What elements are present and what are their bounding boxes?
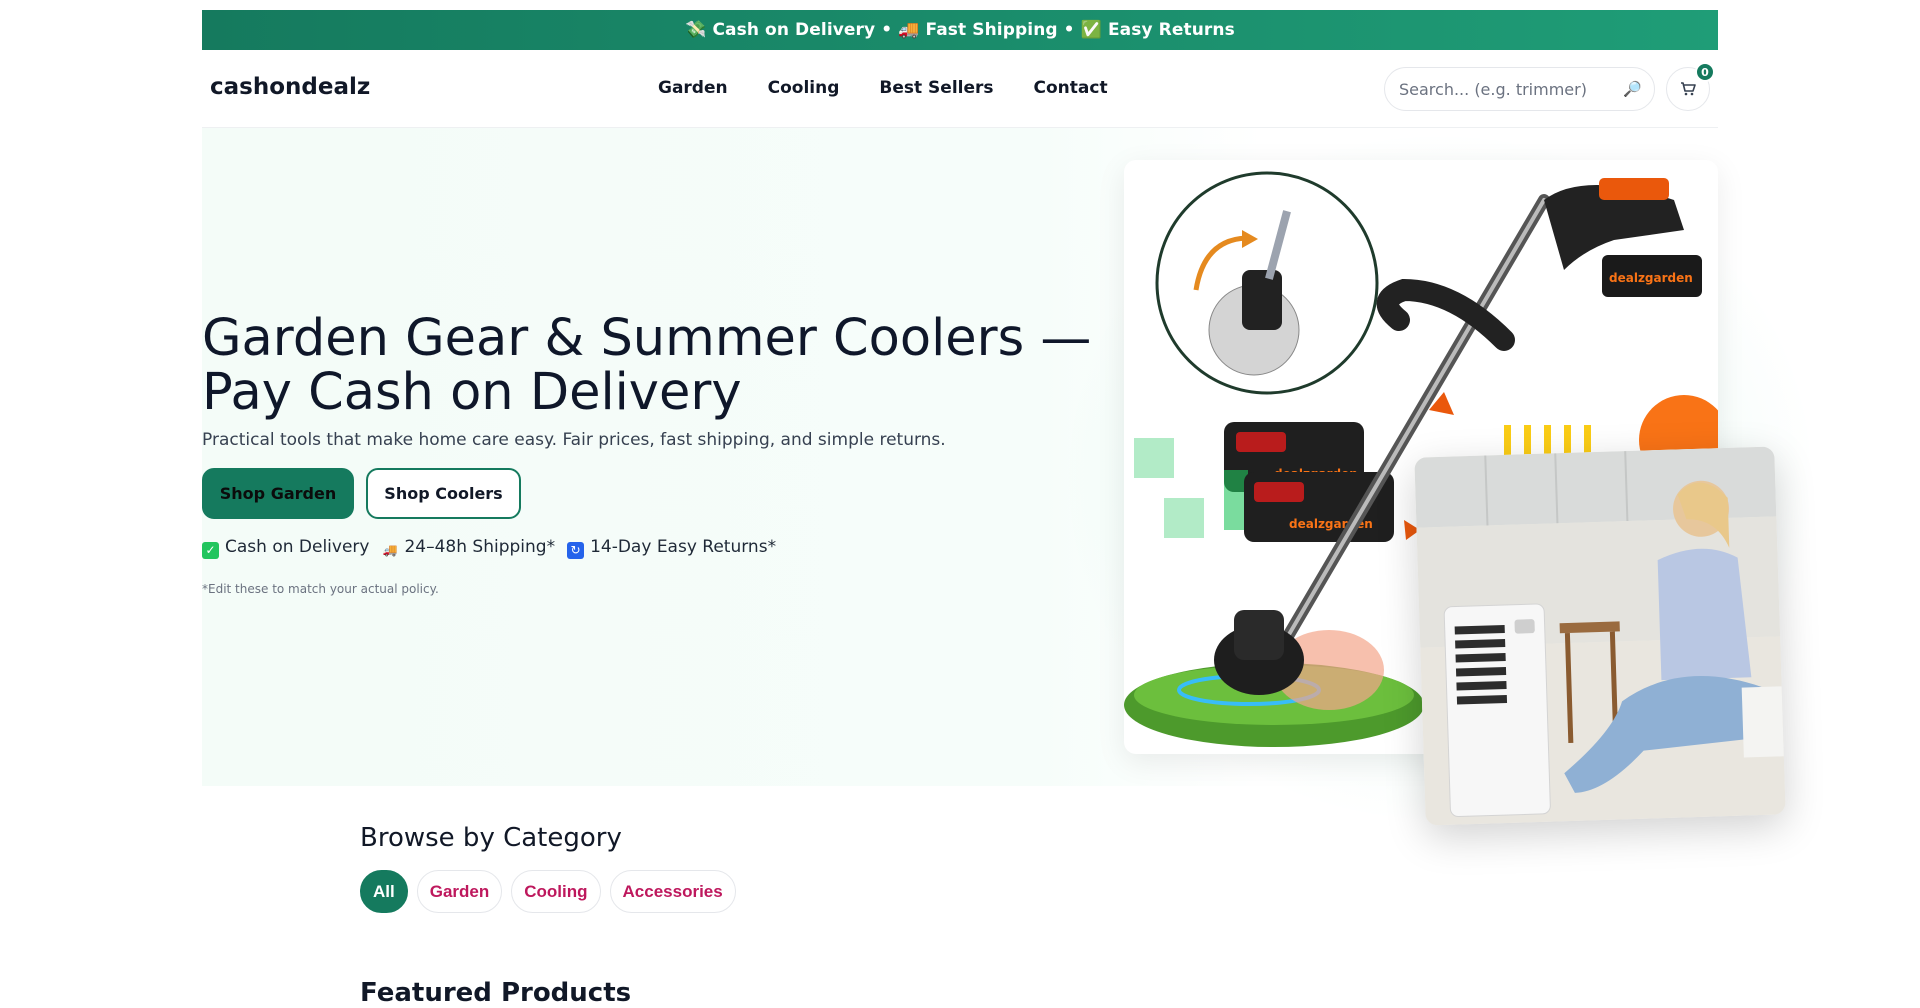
cooler-illustration	[1414, 446, 1786, 826]
announcement-bar: 💸 Cash on Delivery • 🚚 Fast Shipping • ✅…	[202, 10, 1718, 50]
main-nav: Garden Cooling Best Sellers Contact	[658, 78, 1108, 98]
nav-cooling[interactable]: Cooling	[768, 78, 840, 98]
search-icon[interactable]: 🔎	[1623, 80, 1642, 98]
hero-title: Garden Gear & Summer Coolers — Pay Cash …	[202, 309, 1092, 422]
site-logo[interactable]: cashondealz	[210, 74, 370, 100]
category-chips: All Garden Cooling Accessories	[360, 870, 736, 913]
shop-garden-button[interactable]: Shop Garden	[202, 468, 354, 519]
nav-best-sellers[interactable]: Best Sellers	[879, 78, 993, 98]
cart-button[interactable]: 0	[1666, 62, 1715, 111]
chip-cooling[interactable]: Cooling	[511, 870, 601, 913]
chip-garden[interactable]: Garden	[416, 870, 503, 913]
cart-count-badge: 0	[1695, 62, 1715, 82]
search-box: 🔎	[1384, 67, 1655, 111]
nav-garden[interactable]: Garden	[658, 78, 728, 98]
browse-by-category-title: Browse by Category	[360, 823, 622, 853]
search-input[interactable]	[1399, 68, 1619, 110]
trust-item-cod: ✓ Cash on Delivery	[202, 537, 369, 559]
returns-icon: ↻	[567, 542, 585, 559]
hero-subtitle: Practical tools that make home care easy…	[202, 430, 946, 450]
chip-all[interactable]: All	[360, 870, 408, 913]
featured-products-title: Featured Products	[360, 978, 632, 1008]
svg-text:dealzgarden: dealzgarden	[1609, 271, 1693, 285]
shop-coolers-button[interactable]: Shop Coolers	[366, 468, 521, 519]
nav-contact[interactable]: Contact	[1034, 78, 1108, 98]
trust-item-returns: ↻ 14-Day Easy Returns*	[567, 537, 776, 559]
chip-accessories[interactable]: Accessories	[609, 870, 736, 913]
site-header: cashondealz Garden Cooling Best Sellers …	[202, 50, 1718, 128]
truck-icon: 🚚	[382, 543, 398, 557]
trust-badges: ✓ Cash on Delivery 🚚 24–48h Shipping* ↻ 14-…	[202, 537, 776, 559]
trust-item-shipping: 🚚 24–48h Shipping*	[382, 537, 556, 557]
policy-note: *Edit these to match your actual policy.	[202, 582, 439, 596]
cooler-product-image	[1414, 446, 1786, 826]
check-icon: ✓	[202, 542, 219, 559]
cart-icon	[1681, 82, 1696, 96]
